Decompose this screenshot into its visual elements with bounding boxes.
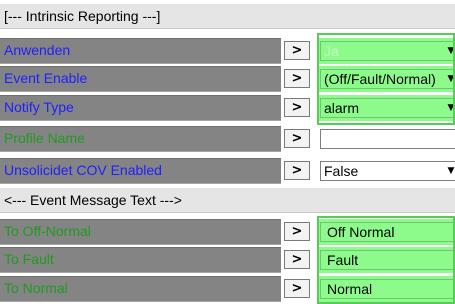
row-anwenden: Anwenden > Ja ▼	[0, 38, 455, 64]
profile-name-arrow-button[interactable]: >	[284, 129, 310, 148]
anwenden-select-value: Ja	[324, 43, 339, 59]
profile-name-label: Profile Name	[0, 126, 281, 152]
unsolicited-cov-arrow-button[interactable]: >	[284, 161, 310, 180]
row-notify-type: Notify Type > alarm ▼	[0, 95, 455, 121]
row-unsolicited-cov: Unsolicidet COV Enabled > False ▼	[0, 158, 455, 184]
intrinsic-reporting-panel: [--- Intrinsic Reporting ---] Anwenden >…	[0, 0, 455, 304]
section-title: <--- Event Message Text --->	[4, 192, 182, 208]
to-fault-input[interactable]: Fault	[320, 250, 455, 270]
caret-down-icon: ▼	[447, 46, 455, 56]
event-enable-arrow-button[interactable]: >	[284, 69, 310, 88]
to-fault-label: To Fault	[0, 247, 281, 273]
unsolicited-cov-label: Unsolicidet COV Enabled	[0, 158, 281, 184]
row-event-enable: Event Enable > (Off/Fault/Normal) ▼	[0, 66, 455, 92]
notify-type-arrow-button[interactable]: >	[284, 98, 310, 117]
to-normal-input[interactable]: Normal	[320, 279, 455, 299]
notify-type-select[interactable]: alarm ▼	[320, 98, 455, 118]
notify-type-select-value: alarm	[324, 100, 360, 116]
section-header-intrinsic-reporting: [--- Intrinsic Reporting ---]	[0, 3, 455, 29]
to-normal-arrow-button[interactable]: >	[284, 279, 310, 298]
event-enable-label: Event Enable	[0, 66, 281, 92]
to-normal-label: To Normal	[0, 276, 281, 302]
profile-name-input[interactable]	[320, 129, 455, 149]
row-profile-name: Profile Name >	[0, 126, 455, 152]
event-enable-select[interactable]: (Off/Fault/Normal) ▼	[320, 69, 455, 89]
caret-down-icon: ▼	[447, 74, 455, 84]
to-off-normal-input[interactable]: Off Normal	[320, 222, 455, 242]
row-to-off-normal: To Off-Normal > Off Normal	[0, 219, 455, 245]
unsolicited-cov-select-value: False	[324, 163, 359, 179]
row-to-fault: To Fault > Fault	[0, 247, 455, 273]
anwenden-arrow-button[interactable]: >	[284, 41, 310, 60]
unsolicited-cov-select[interactable]: False ▼	[320, 161, 455, 181]
to-off-normal-arrow-button[interactable]: >	[284, 222, 310, 241]
caret-down-icon: ▼	[447, 166, 455, 176]
to-off-normal-label: To Off-Normal	[0, 219, 281, 245]
caret-down-icon: ▼	[447, 103, 455, 113]
event-enable-select-value: (Off/Fault/Normal)	[324, 71, 436, 87]
row-to-normal: To Normal > Normal	[0, 276, 455, 302]
to-fault-arrow-button[interactable]: >	[284, 250, 310, 269]
anwenden-select[interactable]: Ja ▼	[320, 41, 455, 61]
section-header-event-message-text: <--- Event Message Text --->	[0, 187, 455, 213]
notify-type-label: Notify Type	[0, 95, 281, 121]
anwenden-label: Anwenden	[0, 38, 281, 64]
section-title: [--- Intrinsic Reporting ---]	[4, 8, 161, 24]
